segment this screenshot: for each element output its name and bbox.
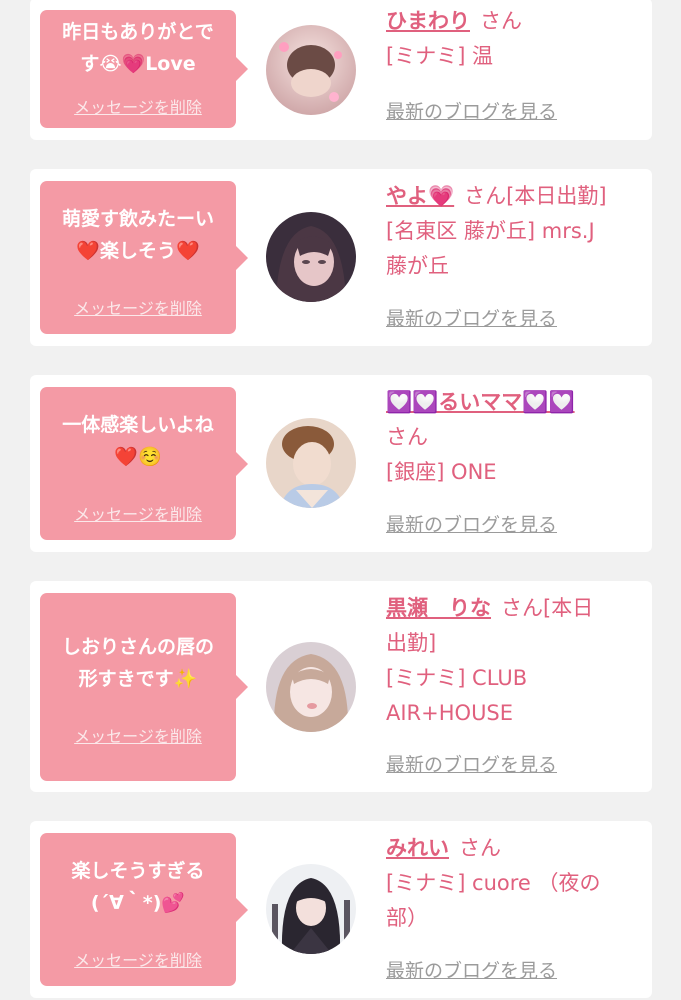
sender-name-link[interactable]: 💟💟るいママ💟💟 xyxy=(386,390,575,414)
message-card: 楽しそうすぎる (´∀｀*)💕 メッセージを削除 みれい さん [ミナミ] cuo… xyxy=(30,821,652,998)
latest-blog-link[interactable]: 最新のブログを見る xyxy=(386,513,557,537)
store-info: [銀座] ONE xyxy=(386,460,497,484)
message-line: 一体感楽しいよね xyxy=(62,414,214,436)
message-bubble: 楽しそうすぎる (´∀｀*)💕 メッセージを削除 xyxy=(40,833,248,986)
avatar[interactable] xyxy=(266,418,356,508)
status-badge: [本日 xyxy=(543,596,594,620)
message-bubble: 昨日もありがとで す😭💗Love メッセージを削除 xyxy=(40,10,248,128)
store-info: [名東区 藤が丘] mrs.J xyxy=(386,219,595,243)
avatar-image xyxy=(266,642,356,732)
message-text: 昨日もありがとで す😭💗Love xyxy=(44,16,232,80)
message-bubble: 一体感楽しいよね ❤️☺️ メッセージを削除 xyxy=(40,387,248,540)
message-card: 一体感楽しいよね ❤️☺️ メッセージを削除 💟💟るいママ💟💟 さん [銀座] … xyxy=(30,375,652,552)
store-info: [ミナミ] 温 xyxy=(386,44,494,68)
message-text: 楽しそうすぎる (´∀｀*)💕 xyxy=(44,855,232,919)
avatar[interactable] xyxy=(266,642,356,732)
message-line: す😭💗Love xyxy=(80,53,196,75)
message-text: 一体感楽しいよね ❤️☺️ xyxy=(44,409,232,473)
latest-blog-link[interactable]: 最新のブログを見る xyxy=(386,753,557,777)
message-card: 萌愛す飲みたーい ❤️楽しそう❤️ メッセージを削除 やよ💗 さん[本日出勤] [… xyxy=(30,169,652,346)
status-badge: [本日出勤] xyxy=(506,184,607,208)
honorific: さん xyxy=(501,596,543,620)
sender-info: 💟💟るいママ💟💟 さん [銀座] ONE xyxy=(386,385,642,490)
message-line: ❤️☺️ xyxy=(114,446,162,468)
message-card: しおりさんの唇の 形すきです✨ メッセージを削除 黒瀬 りな さん[本日 出勤] … xyxy=(30,581,652,792)
delete-message-link[interactable]: メッセージを削除 xyxy=(40,951,236,971)
honorific: さん xyxy=(480,9,522,33)
delete-message-link[interactable]: メッセージを削除 xyxy=(40,98,236,118)
delete-message-link[interactable]: メッセージを削除 xyxy=(40,299,236,319)
sender-info: みれい さん [ミナミ] cuore （夜の 部） xyxy=(386,831,642,936)
avatar[interactable] xyxy=(266,25,356,115)
sender-info: やよ💗 さん[本日出勤] [名東区 藤が丘] mrs.J 藤が丘 xyxy=(386,179,642,284)
delete-message-link[interactable]: メッセージを削除 xyxy=(40,727,236,747)
delete-message-link[interactable]: メッセージを削除 xyxy=(40,505,236,525)
message-card: 昨日もありがとで す😭💗Love メッセージを削除 ひまわり さん [ミナミ] … xyxy=(30,0,652,140)
avatar[interactable] xyxy=(266,864,356,954)
message-text: しおりさんの唇の 形すきです✨ xyxy=(44,631,232,695)
store-info: [ミナミ] cuore （夜の xyxy=(386,871,601,895)
latest-blog-link[interactable]: 最新のブログを見る xyxy=(386,100,557,124)
message-line: 楽しそうすぎる xyxy=(71,860,205,882)
message-line: 昨日もありがとで xyxy=(62,21,214,43)
avatar[interactable] xyxy=(266,212,356,302)
message-text: 萌愛す飲みたーい ❤️楽しそう❤️ xyxy=(44,203,232,267)
message-line: (´∀｀*)💕 xyxy=(90,892,186,914)
latest-blog-link[interactable]: 最新のブログを見る xyxy=(386,307,557,331)
message-bubble: 萌愛す飲みたーい ❤️楽しそう❤️ メッセージを削除 xyxy=(40,181,248,334)
sender-name-link[interactable]: みれい xyxy=(386,836,449,860)
message-line: 萌愛す飲みたーい xyxy=(61,208,214,230)
avatar-image xyxy=(266,25,356,115)
store-info-line2: AIR+HOUSE xyxy=(386,701,514,725)
honorific: さん xyxy=(464,184,507,208)
status-badge-line2: 出勤] xyxy=(386,631,437,655)
avatar-image xyxy=(266,418,356,508)
message-line: しおりさんの唇の xyxy=(61,636,214,658)
store-info-line2: 部） xyxy=(386,906,428,930)
honorific: さん xyxy=(459,836,501,860)
honorific: さん xyxy=(386,425,428,449)
message-line: ❤️楽しそう❤️ xyxy=(76,240,200,262)
sender-name-link[interactable]: やよ💗 xyxy=(386,184,454,208)
message-bubble: しおりさんの唇の 形すきです✨ メッセージを削除 xyxy=(40,593,248,781)
sender-info: ひまわり さん [ミナミ] 温 xyxy=(386,4,642,74)
avatar-image xyxy=(266,212,356,302)
store-info-line2: 藤が丘 xyxy=(386,254,449,278)
message-line: 形すきです✨ xyxy=(78,668,198,690)
latest-blog-link[interactable]: 最新のブログを見る xyxy=(386,959,557,983)
sender-name-link[interactable]: ひまわり xyxy=(386,9,470,33)
avatar-image xyxy=(266,864,356,954)
message-list: 昨日もありがとで す😭💗Love メッセージを削除 ひまわり さん [ミナミ] … xyxy=(0,0,681,1000)
sender-name-link[interactable]: 黒瀬 りな xyxy=(386,596,491,620)
store-info: [ミナミ] CLUB xyxy=(386,666,528,690)
sender-info: 黒瀬 りな さん[本日 出勤] [ミナミ] CLUB AIR+HOUSE xyxy=(386,591,642,731)
